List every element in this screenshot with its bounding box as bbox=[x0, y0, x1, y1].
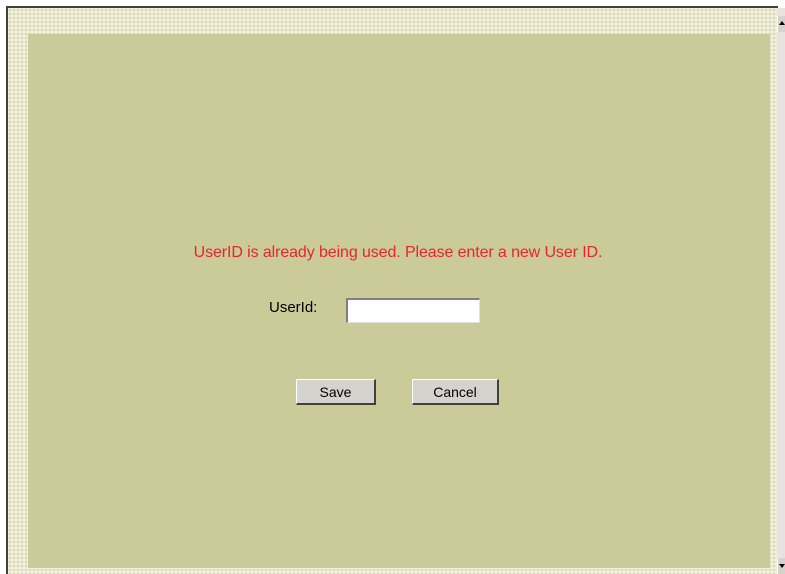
content-panel: UserID is already being used. Please ent… bbox=[28, 34, 770, 568]
arrow-down-icon bbox=[779, 564, 785, 568]
cancel-button[interactable]: Cancel bbox=[412, 379, 499, 405]
scroll-up-button[interactable] bbox=[777, 16, 785, 32]
save-button[interactable]: Save bbox=[296, 379, 376, 405]
arrow-up-icon bbox=[779, 21, 785, 25]
userid-input[interactable] bbox=[346, 298, 480, 323]
vertical-scrollbar[interactable] bbox=[777, 8, 785, 574]
browser-frame: UserID is already being used. Please ent… bbox=[0, 0, 785, 574]
error-message: UserID is already being used. Please ent… bbox=[193, 244, 603, 261]
scroll-down-button[interactable] bbox=[777, 558, 785, 574]
userid-label: UserId: bbox=[269, 299, 318, 316]
page-background: UserID is already being used. Please ent… bbox=[8, 8, 777, 574]
